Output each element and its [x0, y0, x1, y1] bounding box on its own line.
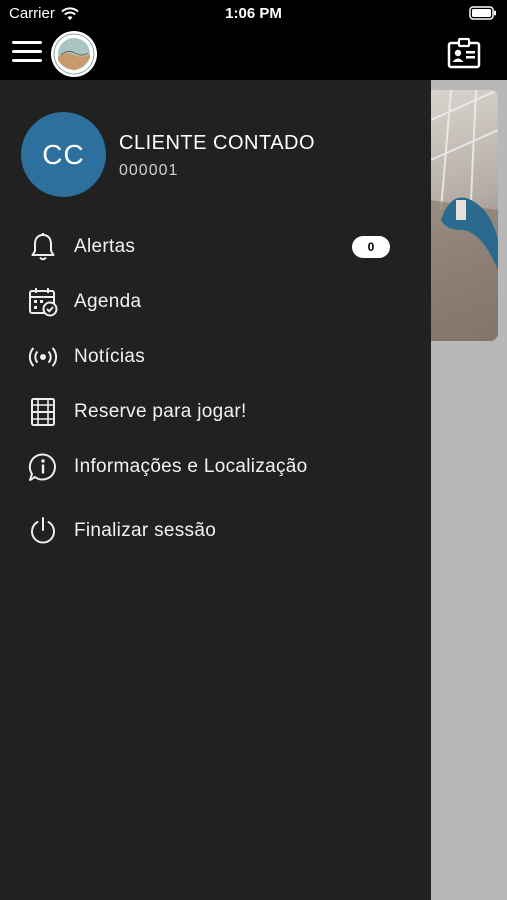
alerts-count-badge: 0: [352, 236, 390, 258]
app-header: [0, 28, 507, 80]
broadcast-icon: [27, 341, 59, 373]
menu-item-noticias[interactable]: Notícias: [0, 335, 431, 379]
battery-icon: [469, 6, 496, 20]
hamburger-menu-icon[interactable]: [12, 41, 42, 65]
club-logo: [51, 31, 97, 77]
menu-item-label: Reserve para jogar!: [74, 401, 247, 422]
featured-image-card[interactable]: [431, 90, 498, 341]
user-code: 000001: [119, 162, 179, 179]
menu-item-label: Notícias: [74, 346, 146, 367]
info-chat-icon: [27, 451, 59, 483]
bell-icon: [27, 231, 59, 263]
menu-item-label: Alertas: [74, 236, 136, 257]
menu-item-label: Agenda: [74, 291, 142, 312]
menu-item-label: Finalizar sessão: [74, 520, 217, 541]
calendar-check-icon: [27, 286, 59, 318]
clock: 1:06 PM: [225, 5, 282, 22]
navigation-drawer: CC CLIENTE CONTADO 000001 Alertas 0 Agen…: [0, 80, 431, 900]
menu-item-informacoes[interactable]: Informações e Localização: [0, 445, 431, 489]
menu-item-finalizar-sessao[interactable]: Finalizar sessão: [0, 509, 431, 553]
menu-item-alertas[interactable]: Alertas 0: [0, 225, 431, 269]
menu-item-label: Informações e Localização: [74, 456, 308, 477]
avatar[interactable]: CC: [21, 112, 106, 197]
court-icon: [27, 396, 59, 428]
menu-item-reserve[interactable]: Reserve para jogar!: [0, 390, 431, 434]
power-icon: [27, 515, 59, 547]
menu-item-agenda[interactable]: Agenda: [0, 280, 431, 324]
app-screen: Carrier 1:06 PM CC CLIENTE CONTADO 00000…: [0, 0, 507, 900]
user-name: CLIENTE CONTADO: [119, 132, 316, 154]
main-content: [431, 80, 507, 900]
avatar-initials: CC: [42, 138, 85, 170]
status-bar: Carrier 1:06 PM: [0, 0, 507, 28]
id-card-icon[interactable]: [447, 37, 481, 71]
